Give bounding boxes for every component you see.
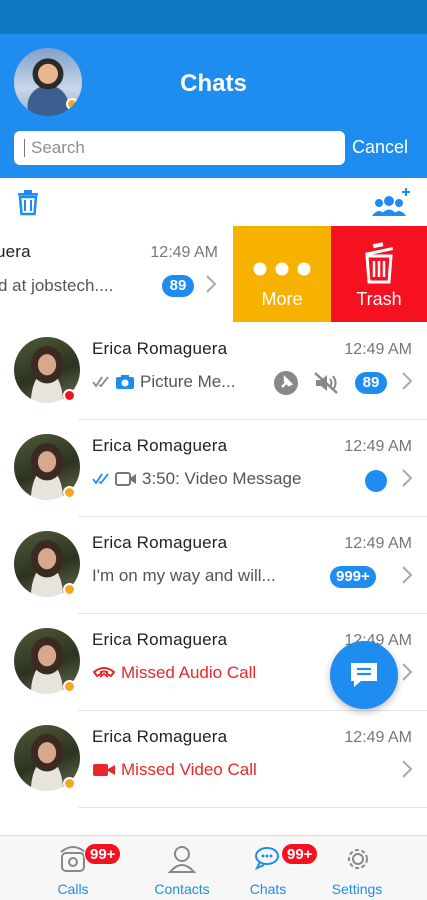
- presence-dot: [63, 389, 76, 402]
- chat-time: 12:49 AM: [344, 341, 412, 358]
- search-input[interactable]: [31, 138, 311, 158]
- chevron-right-icon: [402, 469, 413, 487]
- chat-time: 12:49 AM: [344, 535, 412, 552]
- row-divider: [78, 807, 427, 808]
- chat-row[interactable]: Erica Romaguera 12:49 AM Missed Video Ca…: [0, 711, 427, 808]
- toolbar: [0, 178, 427, 226]
- double-check-icon: [92, 376, 109, 388]
- chat-row[interactable]: Erica Romaguera 12:49 AM 3:50: Video Mes…: [0, 420, 427, 517]
- chat-preview: Missed Video Call: [92, 760, 257, 780]
- chat-name: Erica Romaguera: [92, 727, 228, 746]
- tab-calls[interactable]: 99+ Calls: [28, 836, 122, 900]
- compose-message-icon: [351, 663, 377, 687]
- preview-text: I'm on my way and will...: [92, 566, 276, 585]
- tab-settings[interactable]: Settings: [312, 836, 402, 900]
- unread-badge: 89: [162, 275, 194, 297]
- chat-name: Erica Romaguera: [92, 339, 228, 358]
- chat-time: 12:49 AM: [344, 438, 412, 455]
- tab-contacts[interactable]: Contacts: [137, 836, 227, 900]
- chevron-right-icon: [402, 760, 413, 778]
- page-title: Chats: [180, 70, 247, 97]
- trash-action-button[interactable]: Trash: [331, 226, 427, 322]
- chat-row[interactable]: Erica Romaguera 12:49 AM Picture Me... 8…: [0, 323, 427, 420]
- swiped-chat-row[interactable]: uera 12:49 AM d at jobstech.... 89 More …: [0, 226, 427, 322]
- chevron-right-icon: [402, 372, 413, 390]
- tab-label: Chats: [249, 881, 287, 897]
- chat-time: 12:49 AM: [150, 244, 218, 261]
- missed-video-call-icon: [93, 764, 115, 776]
- text-caret: [24, 139, 25, 157]
- mute-icon: [314, 372, 338, 394]
- calls-badge: 99+: [84, 843, 122, 865]
- chevron-right-icon: [402, 663, 413, 681]
- more-label: More: [261, 289, 303, 309]
- header: Chats Cancel: [0, 34, 427, 178]
- phone-icon: [60, 846, 86, 872]
- tab-label: Calls: [57, 881, 89, 897]
- presence-dot: [63, 583, 76, 596]
- preview-text: Missed Video Call: [121, 760, 257, 779]
- chat-name: Erica Romaguera: [92, 533, 228, 552]
- tab-bar: 99+ Calls Contacts 99+ Chats Settings: [0, 835, 427, 900]
- unread-badge: 89: [355, 372, 387, 394]
- chat-name: Erica Romaguera: [92, 630, 228, 649]
- video-camera-icon: [115, 472, 136, 486]
- camera-icon: [116, 375, 134, 389]
- chevron-right-icon: [402, 566, 413, 584]
- presence-dot: [66, 98, 78, 110]
- preview-text: Missed Audio Call: [121, 663, 257, 682]
- new-chat-button[interactable]: [330, 641, 398, 709]
- status-bar: [0, 0, 427, 34]
- tab-chats[interactable]: 99+ Chats: [223, 836, 319, 900]
- search-field[interactable]: [14, 131, 345, 165]
- presence-dot: [63, 777, 76, 790]
- presence-dot: [63, 486, 76, 499]
- chevron-right-icon: [206, 275, 217, 293]
- more-dots-icon: [253, 262, 311, 276]
- chat-preview: d at jobstech....: [0, 276, 114, 295]
- chat-preview: Missed Audio Call: [92, 663, 256, 683]
- chat-preview: Picture Me...: [92, 372, 235, 392]
- chat-name: Erica Romaguera: [92, 436, 228, 455]
- chat-time: 12:49 AM: [344, 729, 412, 746]
- preview-text: Picture Me...: [140, 372, 236, 391]
- gear-icon: [348, 849, 368, 869]
- pin-icon: [274, 371, 298, 395]
- chat-row[interactable]: Erica Romaguera 12:49 AM I'm on my way a…: [0, 517, 427, 614]
- tab-label: Settings: [331, 881, 383, 897]
- double-check-icon: [92, 473, 109, 485]
- presence-dot: [63, 680, 76, 693]
- trash-label: Trash: [356, 289, 402, 309]
- chat-preview: I'm on my way and will...: [92, 566, 276, 586]
- more-action-button[interactable]: More: [233, 226, 331, 322]
- chat-name: uera: [0, 242, 31, 261]
- trash-icon[interactable]: [14, 188, 42, 216]
- add-group-icon[interactable]: [370, 186, 412, 218]
- preview-text: 3:50: Video Message: [142, 469, 302, 488]
- contacts-icon: [168, 846, 196, 873]
- trash-can-icon: [365, 242, 394, 284]
- tab-label: Contacts: [154, 881, 210, 897]
- unread-dot: [365, 470, 387, 492]
- unread-badge: 999+: [330, 566, 376, 588]
- missed-audio-call-icon: [92, 667, 116, 678]
- chat-preview: 3:50: Video Message: [92, 469, 301, 489]
- cancel-button[interactable]: Cancel: [352, 137, 408, 158]
